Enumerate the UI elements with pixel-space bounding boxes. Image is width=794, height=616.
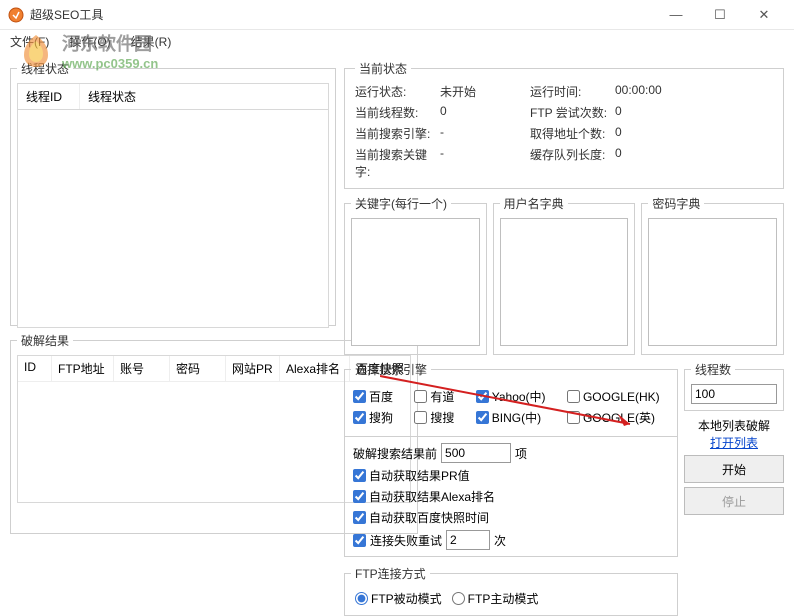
auto-snapshot-checkbox[interactable]: 自动获取百度快照时间: [353, 509, 669, 526]
close-button[interactable]: ✕: [742, 1, 786, 29]
user-dict-group: 用户名字典: [493, 195, 636, 355]
stop-button: 停止: [684, 487, 784, 515]
lbl-threads: 当前线程数:: [355, 104, 440, 121]
retry-checkbox[interactable]: [353, 534, 366, 547]
val-run-status: 未开始: [440, 83, 530, 100]
crack-top-input[interactable]: [441, 443, 511, 463]
maximize-button[interactable]: ☐: [698, 1, 742, 29]
col-id: ID: [18, 356, 52, 381]
engine-soso[interactable]: 搜搜: [414, 409, 463, 426]
open-list-link[interactable]: 打开列表: [684, 434, 784, 451]
val-addr-got: 0: [615, 125, 675, 142]
auto-pr-checkbox[interactable]: 自动获取结果PR值: [353, 467, 669, 484]
val-run-time: 00:00:00: [615, 83, 675, 100]
thread-status-group: 线程状态 线程ID 线程状态: [10, 60, 336, 326]
engine-yahoo-cn[interactable]: Yahoo(中): [476, 388, 555, 405]
menu-file[interactable]: 文件(F): [4, 31, 55, 52]
engine-sogou[interactable]: 搜狗: [353, 409, 402, 426]
thread-count-legend: 线程数: [691, 361, 735, 378]
window-title: 超级SEO工具: [30, 6, 654, 23]
engine-google-hk[interactable]: GOOGLE(HK): [567, 388, 669, 405]
col-alexa: Alexa排名: [280, 356, 350, 381]
start-button[interactable]: 开始: [684, 455, 784, 483]
keyword-textarea[interactable]: [351, 218, 480, 346]
crack-top-pre: 破解搜索结果前: [353, 445, 437, 462]
thread-count-input[interactable]: [691, 384, 777, 404]
pwd-legend: 密码字典: [648, 195, 704, 212]
col-thread-id: 线程ID: [18, 84, 80, 109]
retry-pre: 连接失败重试: [370, 532, 442, 549]
col-pr: 网站PR: [226, 356, 280, 381]
thread-table-body[interactable]: [17, 110, 329, 328]
crack-top-suf: 项: [515, 445, 527, 462]
lbl-queue: 缓存队列长度:: [530, 146, 615, 180]
col-account: 账号: [114, 356, 170, 381]
lbl-ftp-tries: FTP 尝试次数:: [530, 104, 615, 121]
auto-alexa-checkbox[interactable]: 自动获取结果Alexa排名: [353, 488, 669, 505]
pwd-dict-group: 密码字典: [641, 195, 784, 355]
retry-input[interactable]: [446, 530, 490, 550]
lbl-run-status: 运行状态:: [355, 83, 440, 100]
thread-table-header: 线程ID 线程状态: [17, 83, 329, 110]
user-legend: 用户名字典: [500, 195, 568, 212]
lbl-engine: 当前搜索引擎:: [355, 125, 440, 142]
val-keyword: -: [440, 146, 530, 180]
app-icon: [8, 7, 24, 23]
lbl-addr-got: 取得地址个数:: [530, 125, 615, 142]
menu-result[interactable]: 结果(R): [125, 31, 178, 52]
current-status-group: 当前状态 运行状态: 未开始 运行时间: 00:00:00 当前线程数: 0 F…: [344, 60, 784, 189]
menu-operate[interactable]: 操作(O): [63, 31, 116, 52]
val-queue: 0: [615, 146, 675, 180]
ftp-mode-group: FTP连接方式 FTP被动模式 FTP主动模式: [344, 565, 678, 616]
keyword-dict-group: 关键字(每行一个): [344, 195, 487, 355]
lbl-run-time: 运行时间:: [530, 83, 615, 100]
thread-count-group: 线程数: [684, 361, 784, 411]
ftp-legend: FTP连接方式: [351, 565, 430, 582]
col-ftp: FTP地址: [52, 356, 114, 381]
current-status-legend: 当前状态: [355, 60, 411, 77]
lbl-keyword: 当前搜索关键字:: [355, 146, 440, 180]
user-textarea[interactable]: [500, 218, 629, 346]
thread-status-legend: 线程状态: [17, 60, 73, 77]
ftp-active-radio[interactable]: FTP主动模式: [452, 590, 539, 607]
col-thread-status: 线程状态: [80, 84, 328, 109]
col-pwd: 密码: [170, 356, 226, 381]
retry-suf: 次: [494, 532, 506, 549]
engine-baidu[interactable]: 百度: [353, 388, 402, 405]
search-engine-group: 选择搜索引擎 百度 有道 Yahoo(中) GOOGLE(HK) 搜狗 搜搜 B…: [344, 361, 678, 557]
engine-bing-cn[interactable]: BING(中): [476, 409, 555, 426]
local-list-label: 本地列表破解: [684, 417, 784, 434]
val-engine: -: [440, 125, 530, 142]
minimize-button[interactable]: —: [654, 1, 698, 29]
pwd-textarea[interactable]: [648, 218, 777, 346]
engine-google-en[interactable]: GOOGLE(英): [567, 409, 669, 426]
search-engine-legend: 选择搜索引擎: [351, 361, 431, 378]
crack-result-legend: 破解结果: [17, 332, 73, 349]
val-threads: 0: [440, 104, 530, 121]
engine-youdao[interactable]: 有道: [414, 388, 463, 405]
keyword-legend: 关键字(每行一个): [351, 195, 451, 212]
ftp-passive-radio[interactable]: FTP被动模式: [355, 590, 442, 607]
val-ftp-tries: 0: [615, 104, 675, 121]
